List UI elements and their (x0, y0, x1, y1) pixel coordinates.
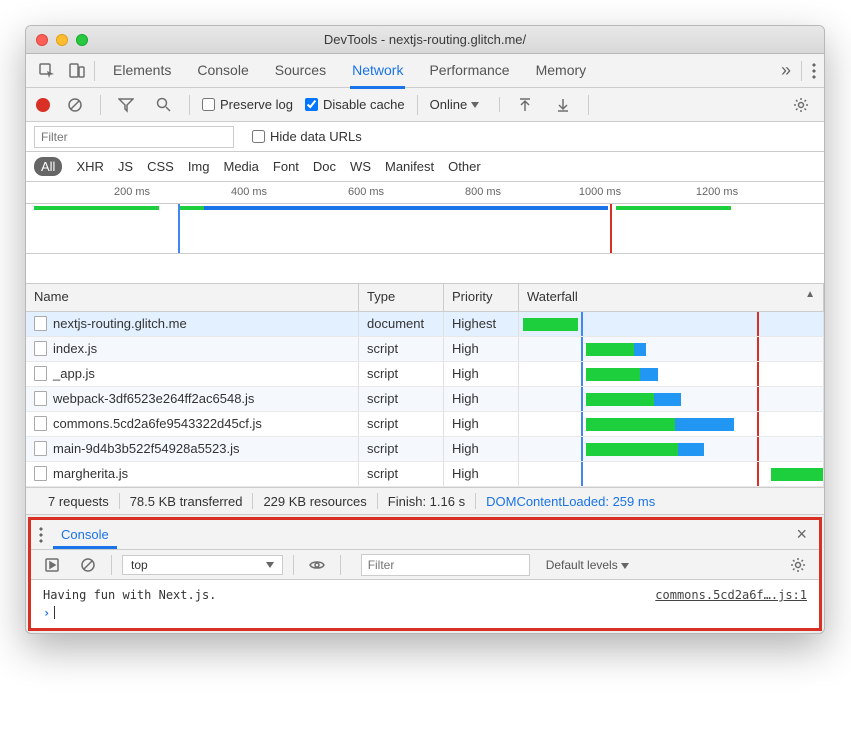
disable-cache-check[interactable]: Disable cache (305, 97, 405, 112)
search-icon[interactable] (151, 92, 177, 118)
main-tabs-bar: Elements Console Sources Network Perform… (26, 54, 824, 88)
summary-transferred: 78.5 KB transferred (120, 494, 253, 509)
table-row[interactable]: nextjs-routing.glitch.me document Highes… (26, 312, 824, 337)
table-row[interactable]: margherita.js script High (26, 462, 824, 487)
request-grid: nextjs-routing.glitch.me document Highes… (26, 312, 824, 487)
file-icon (34, 316, 47, 331)
hide-data-urls-check[interactable]: Hide data URLs (252, 129, 362, 144)
throttling-select[interactable]: Online (430, 97, 501, 112)
type-ws[interactable]: WS (350, 159, 371, 174)
chevron-down-icon (621, 563, 629, 569)
table-row[interactable]: commons.5cd2a6fe9543322d45cf.js script H… (26, 412, 824, 437)
close-icon[interactable]: × (792, 524, 811, 545)
type-manifest[interactable]: Manifest (385, 159, 434, 174)
traffic-lights (36, 34, 88, 46)
overview-strip[interactable] (26, 204, 824, 254)
tab-network[interactable]: Network (350, 54, 405, 89)
close-btn[interactable] (36, 34, 48, 46)
console-prompt[interactable]: › (43, 604, 807, 622)
type-other[interactable]: Other (448, 159, 481, 174)
more-tabs: » (781, 60, 816, 81)
chevron-down-icon (471, 102, 479, 108)
type-font[interactable]: Font (273, 159, 299, 174)
settings-gear-icon[interactable] (788, 92, 814, 118)
console-output[interactable]: Having fun with Next.js. commons.5cd2a6f… (31, 580, 819, 628)
devtools-window: DevTools - nextjs-routing.glitch.me/ Ele… (25, 25, 825, 634)
table-row[interactable]: index.js script High (26, 337, 824, 362)
summary-resources: 229 KB resources (253, 494, 376, 509)
filter-icon[interactable] (113, 92, 139, 118)
type-js[interactable]: JS (118, 159, 133, 174)
summary-finish: Finish: 1.16 s (378, 494, 475, 509)
file-icon (34, 466, 47, 481)
type-xhr[interactable]: XHR (76, 159, 103, 174)
tab-console[interactable]: Console (195, 54, 250, 88)
clear-console-icon[interactable] (75, 552, 101, 578)
network-toolbar: Preserve log Disable cache Online (26, 88, 824, 122)
context-select[interactable]: top (122, 555, 283, 575)
inspect-icon[interactable] (34, 58, 60, 84)
type-media[interactable]: Media (223, 159, 258, 174)
upload-icon[interactable] (512, 92, 538, 118)
table-row[interactable]: webpack-3df6523e264ff2ac6548.js script H… (26, 387, 824, 412)
console-message: Having fun with Next.js. commons.5cd2a6f… (43, 586, 807, 604)
drawer-tabs: Console × (31, 520, 819, 550)
col-waterfall[interactable]: Waterfall▲ (519, 284, 824, 311)
col-type[interactable]: Type (359, 284, 444, 311)
tab-sources[interactable]: Sources (273, 54, 328, 88)
table-row[interactable]: main-9d4b3b522f54928a5523.js script High (26, 437, 824, 462)
console-highlight: Console × top Default levels Having fun … (28, 517, 822, 631)
zoom-btn[interactable] (76, 34, 88, 46)
timeline-ruler[interactable]: 200 ms 400 ms 600 ms 800 ms 1000 ms 1200… (26, 182, 824, 204)
download-icon[interactable] (550, 92, 576, 118)
type-img[interactable]: Img (188, 159, 210, 174)
col-name[interactable]: Name (26, 284, 359, 311)
table-row[interactable]: _app.js script High (26, 362, 824, 387)
type-doc[interactable]: Doc (313, 159, 336, 174)
console-settings-icon[interactable] (785, 552, 811, 578)
file-icon (34, 441, 47, 456)
type-filter-bar: All XHR JS CSS Img Media Font Doc WS Man… (26, 152, 824, 182)
console-source-link[interactable]: commons.5cd2a6f….js:1 (655, 588, 807, 602)
window-title: DevTools - nextjs-routing.glitch.me/ (26, 32, 824, 47)
minimize-btn[interactable] (56, 34, 68, 46)
eye-icon[interactable] (304, 552, 330, 578)
record-button[interactable] (36, 98, 50, 112)
device-icon[interactable] (64, 58, 90, 84)
tab-performance[interactable]: Performance (427, 54, 511, 88)
tab-memory[interactable]: Memory (534, 54, 589, 88)
file-icon (34, 341, 47, 356)
titlebar: DevTools - nextjs-routing.glitch.me/ (26, 26, 824, 54)
clear-icon[interactable] (62, 92, 88, 118)
file-icon (34, 416, 47, 431)
request-grid-header: Name Type Priority Waterfall▲ (26, 284, 824, 312)
tab-elements[interactable]: Elements (111, 54, 173, 88)
drawer-tab-console[interactable]: Console (53, 522, 117, 549)
panel-tabs: Elements Console Sources Network Perform… (111, 54, 588, 88)
preserve-log-check[interactable]: Preserve log (202, 97, 293, 112)
type-all[interactable]: All (34, 157, 62, 176)
drawer-kebab-icon[interactable] (39, 527, 43, 543)
summary-count: 7 requests (38, 494, 119, 509)
chevron-right-icon[interactable]: » (781, 60, 791, 81)
type-css[interactable]: CSS (147, 159, 174, 174)
col-priority[interactable]: Priority (444, 284, 519, 311)
play-icon[interactable] (39, 552, 65, 578)
file-icon (34, 391, 47, 406)
chevron-down-icon (266, 562, 274, 568)
console-toolbar: top Default levels (31, 550, 819, 580)
filter-input[interactable] (34, 126, 234, 148)
summary-bar: 7 requests 78.5 KB transferred 229 KB re… (26, 487, 824, 515)
summary-dcl: DOMContentLoaded: 259 ms (476, 494, 665, 509)
sort-arrow-icon: ▲ (805, 289, 815, 306)
console-filter-input[interactable] (361, 554, 530, 576)
kebab-menu-icon[interactable] (812, 63, 816, 79)
filter-bar: Hide data URLs (26, 122, 824, 152)
file-icon (34, 366, 47, 381)
log-levels-select[interactable]: Default levels (546, 558, 629, 572)
